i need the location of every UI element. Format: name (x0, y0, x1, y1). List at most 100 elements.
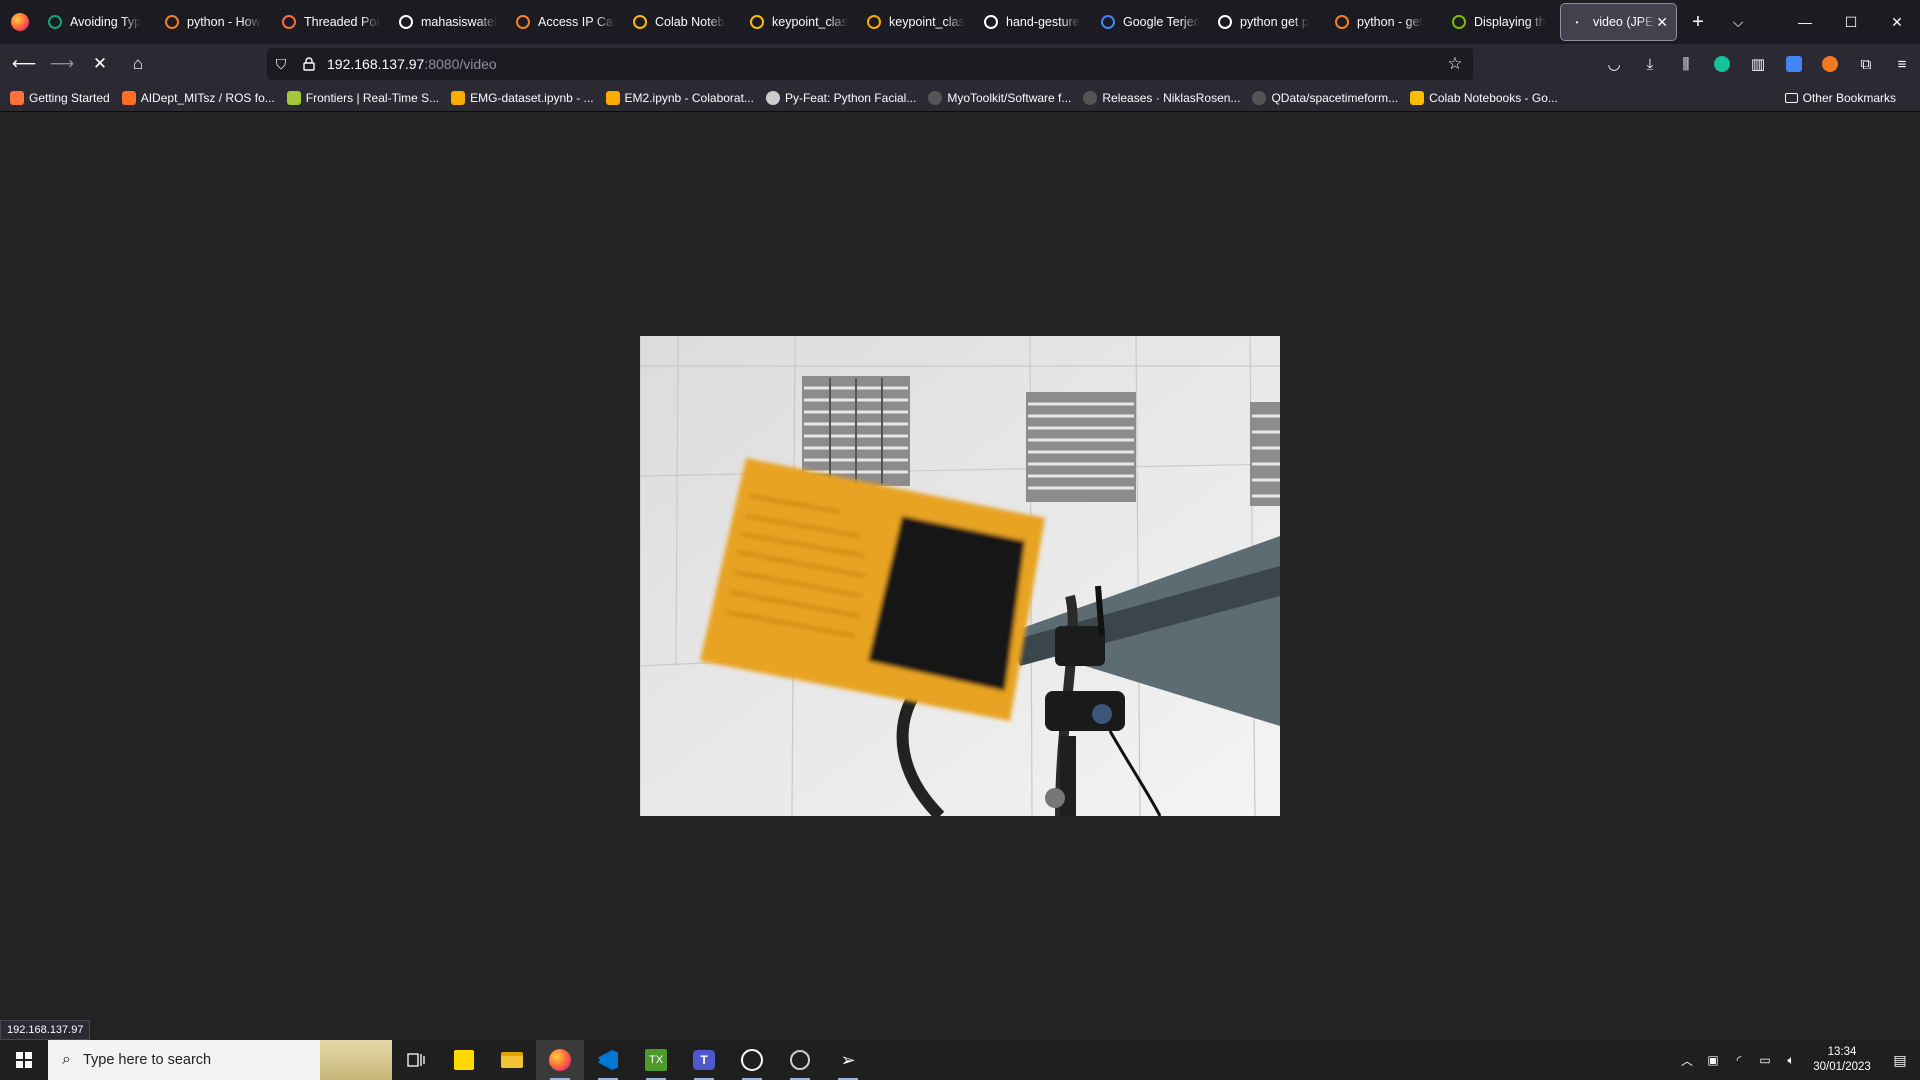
bookmark-label: QData/spacetimeform... (1271, 90, 1399, 105)
battery-icon[interactable]: ▭ (1754, 1053, 1776, 1067)
app-menu-icon[interactable]: ≡ (1884, 48, 1920, 80)
camera-frame-image (640, 336, 1280, 816)
address-bar[interactable]: ⛉ 192.168.137.97:8080/video ☆ (267, 48, 1473, 80)
mjpeg-video-stream (640, 336, 1280, 816)
stackoverflow-icon (165, 15, 179, 29)
pocket-icon[interactable]: ◡ (1596, 48, 1632, 80)
tab-label: Avoiding Typ (70, 15, 142, 29)
tab[interactable]: hand-gesture (976, 4, 1091, 40)
task-view-button[interactable] (392, 1040, 440, 1080)
home-button[interactable]: ⌂ (120, 48, 156, 80)
windows-taskbar: ⌕ Type here to search TX T ➢ ︿ ▣ ◜ ▭ 🔈︎ … (0, 1040, 1920, 1080)
colab-icon (451, 90, 466, 105)
search-icon: ⌕ (62, 1051, 71, 1068)
tracking-protection-shield-icon[interactable]: ⛉ (267, 56, 295, 73)
list-all-tabs-button[interactable]: ⌵ (1718, 4, 1758, 40)
bookmark-item[interactable]: MyoToolkit/Software f... (928, 90, 1072, 105)
tab[interactable]: Avoiding Typ (40, 4, 155, 40)
tab[interactable]: python - get (1327, 4, 1442, 40)
clock-date: 30/01/2023 (1813, 1061, 1871, 1073)
ceiling-vent (1026, 392, 1136, 502)
bookmark-item[interactable]: Py-Feat: Python Facial... (765, 90, 916, 105)
tab[interactable]: python get p (1210, 4, 1325, 40)
fox-extension-icon[interactable] (1812, 48, 1848, 80)
minimize-button[interactable]: — (1782, 0, 1828, 44)
bookmark-label: AIDept_MITsz / ROS fo... (140, 90, 275, 105)
tab[interactable]: python - How (157, 4, 272, 40)
status-url: 192.168.137.97 (0, 1020, 91, 1040)
tab-active-video[interactable]: • video (JPEG ✕ (1560, 3, 1677, 41)
bookmark-item[interactable]: QData/spacetimeform... (1252, 90, 1399, 105)
grammarly-icon[interactable] (1704, 48, 1740, 80)
forward-button[interactable]: ⟶ (44, 48, 80, 80)
new-tab-button[interactable]: + (1678, 4, 1718, 40)
firefox-taskbar-icon[interactable] (536, 1040, 584, 1080)
show-hidden-icons-icon[interactable]: ︿ (1676, 1052, 1698, 1069)
wifi-icon[interactable]: ◜ (1728, 1053, 1750, 1067)
close-tab-icon[interactable]: ✕ (1656, 14, 1668, 31)
back-button[interactable]: ⟵ (6, 48, 42, 80)
tab-label: hand-gesture (1006, 15, 1080, 29)
translate-extension-icon[interactable] (1776, 48, 1812, 80)
taskbar-search-box[interactable]: ⌕ Type here to search (48, 1040, 392, 1080)
library-icon[interactable]: ⫼ (1668, 48, 1704, 80)
bookmark-item[interactable]: Colab Notebooks - Go... (1410, 90, 1558, 105)
tab[interactable]: mahasiswatel (391, 4, 506, 40)
start-button[interactable] (0, 1040, 48, 1080)
bookmark-item[interactable]: Getting Started (10, 90, 110, 105)
volume-muted-icon[interactable]: 🔈︎ (1780, 1053, 1802, 1068)
github-icon (399, 15, 413, 29)
tab[interactable]: keypoint_clas (859, 4, 974, 40)
bookmark-item[interactable]: Releases · NiklasRosen... (1083, 90, 1241, 105)
maximize-button[interactable]: ☐ (1828, 0, 1874, 44)
tab-label: Colab Noteb (655, 15, 725, 29)
tab[interactable]: Displaying th (1444, 4, 1559, 40)
tab-label: mahasiswatel (421, 15, 497, 29)
tab-label: Threaded Por (304, 15, 381, 29)
lock-icon[interactable] (295, 57, 323, 71)
tab[interactable]: Google Terjem (1093, 4, 1208, 40)
bookmark-item[interactable]: Frontiers | Real-Time S... (286, 90, 439, 105)
texstudio-icon[interactable]: TX (632, 1040, 680, 1080)
url-text: 192.168.137.97:8080/video (327, 56, 497, 72)
tab[interactable]: Threaded Por (274, 4, 389, 40)
file-explorer-icon[interactable] (488, 1040, 536, 1080)
bookmark-item[interactable]: EM2.ipynb - Colaborat... (605, 90, 754, 105)
whatsapp-icon[interactable] (728, 1040, 776, 1080)
tab-label: keypoint_clas (889, 15, 965, 29)
loading-dot-icon: • (1575, 17, 1579, 27)
drive-icon (633, 15, 647, 29)
notification-center-icon[interactable]: ▤ (1880, 1052, 1920, 1069)
tab[interactable]: Colab Noteb (625, 4, 740, 40)
bookmarks-toolbar: Getting Started AIDept_MITsz / ROS fo... F… (0, 84, 1920, 112)
globe-icon (765, 90, 780, 105)
clock-time: 13:34 (1827, 1046, 1857, 1058)
bookmark-item[interactable]: AIDept_MITsz / ROS fo... (121, 90, 275, 105)
pin-icon (282, 15, 296, 29)
bookmark-label: MyoToolkit/Software f... (947, 90, 1072, 105)
ceiling-vent (802, 376, 910, 486)
firefox-view-icon[interactable] (0, 0, 40, 44)
stop-loading-button[interactable]: ✕ (82, 48, 118, 80)
openai-icon (48, 15, 62, 29)
vscode-icon[interactable] (584, 1040, 632, 1080)
obs-icon[interactable] (776, 1040, 824, 1080)
bookmark-item[interactable]: EMG-dataset.ipynb - ... (451, 90, 594, 105)
url-host: 192.168.137.97 (327, 56, 425, 72)
teams-icon[interactable]: T (680, 1040, 728, 1080)
tab[interactable]: Access IP Can (508, 4, 623, 40)
bookmark-star-icon[interactable]: ☆ (1437, 54, 1473, 74)
sticky-notes-icon[interactable] (440, 1040, 488, 1080)
downloads-icon[interactable]: ⤓ (1632, 48, 1668, 80)
bookmark-label: Colab Notebooks - Go... (1429, 90, 1558, 105)
meet-now-icon[interactable]: ▣ (1702, 1053, 1724, 1067)
other-bookmarks[interactable]: Other Bookmarks (1784, 91, 1896, 105)
taskbar-clock[interactable]: 13:34 30/01/2023 (1810, 1045, 1874, 1075)
bookmark-label: Releases · NiklasRosen... (1102, 90, 1241, 105)
tab[interactable]: keypoint_clas (742, 4, 857, 40)
telegram-icon[interactable]: ➢ (824, 1040, 872, 1080)
close-window-button[interactable]: ✕ (1874, 0, 1920, 44)
search-highlight-art (320, 1040, 392, 1080)
extensions-icon[interactable]: ⧉ (1848, 48, 1884, 80)
piano-extension-icon[interactable]: ▥ (1740, 48, 1776, 80)
